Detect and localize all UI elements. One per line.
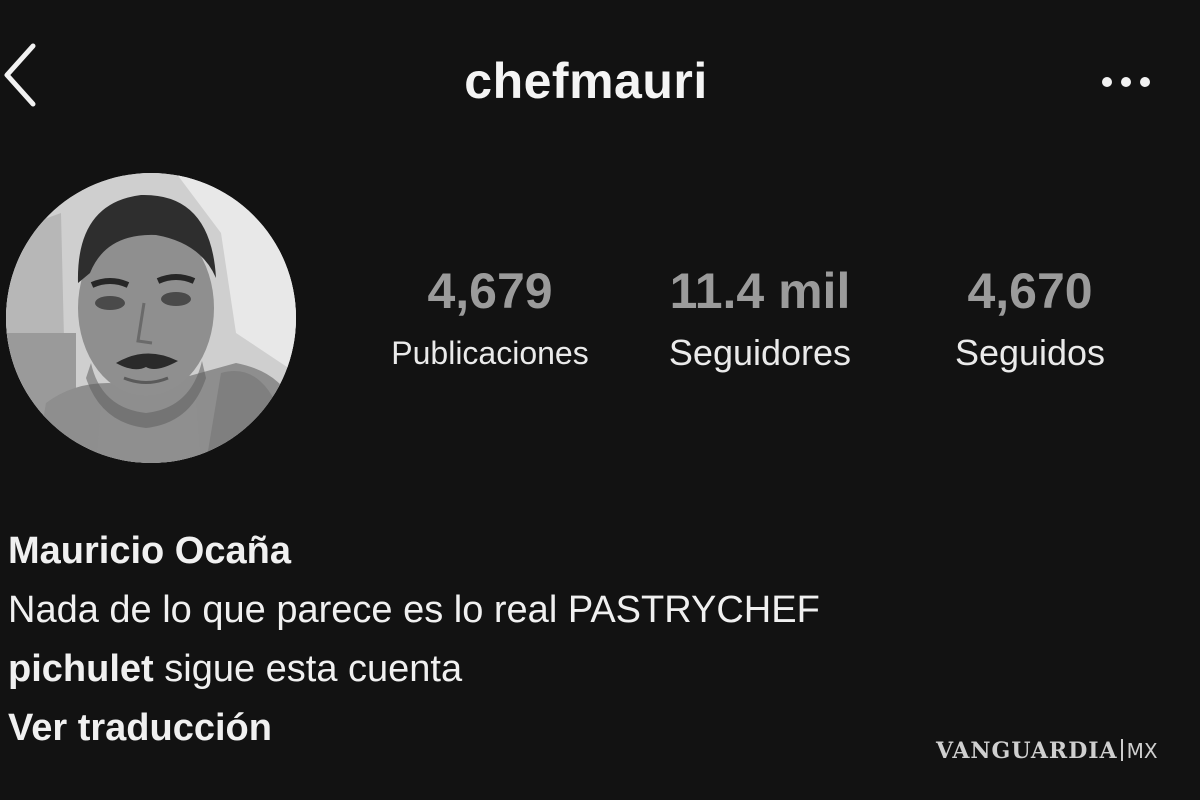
- followed-by-username[interactable]: pichulet: [8, 648, 154, 690]
- stat-following[interactable]: 4,670 Seguidos: [920, 260, 1140, 384]
- watermark-brand: VANGUARDIA: [936, 738, 1118, 764]
- stat-followers-count: 11.4 mil: [669, 263, 851, 319]
- stat-following-count: 4,670: [967, 263, 1093, 319]
- display-name: Mauricio Ocaña: [8, 530, 291, 572]
- followed-by[interactable]: pichulet sigue esta cuenta: [8, 640, 1158, 699]
- stat-posts[interactable]: 4,679 Publicaciones: [360, 260, 620, 384]
- more-horizontal-icon: [1096, 62, 1160, 102]
- avatar[interactable]: [6, 173, 296, 463]
- watermark: VANGUARDIA MX: [936, 738, 1186, 772]
- watermark-country: MX: [1126, 739, 1158, 763]
- profile-bio: Mauricio Ocaña Nada de lo que parece es …: [8, 522, 1158, 758]
- stat-followers[interactable]: 11.4 mil Seguidores: [632, 260, 888, 384]
- followed-by-text: sigue esta cuenta: [153, 648, 463, 690]
- profile-username: chefmauri: [464, 53, 708, 109]
- more-options-button[interactable]: [1096, 62, 1160, 102]
- watermark-divider: [1120, 739, 1123, 761]
- stat-following-label: Seguidos: [954, 332, 1106, 373]
- profile-header: chefmauri: [0, 0, 1200, 160]
- stat-posts-label: Publicaciones: [391, 335, 589, 371]
- stat-posts-count: 4,679: [427, 263, 553, 319]
- stat-followers-label: Seguidores: [668, 332, 852, 373]
- bio-text: Nada de lo que parece es lo real PASTRYC…: [8, 589, 820, 631]
- profile-photo: [6, 173, 296, 463]
